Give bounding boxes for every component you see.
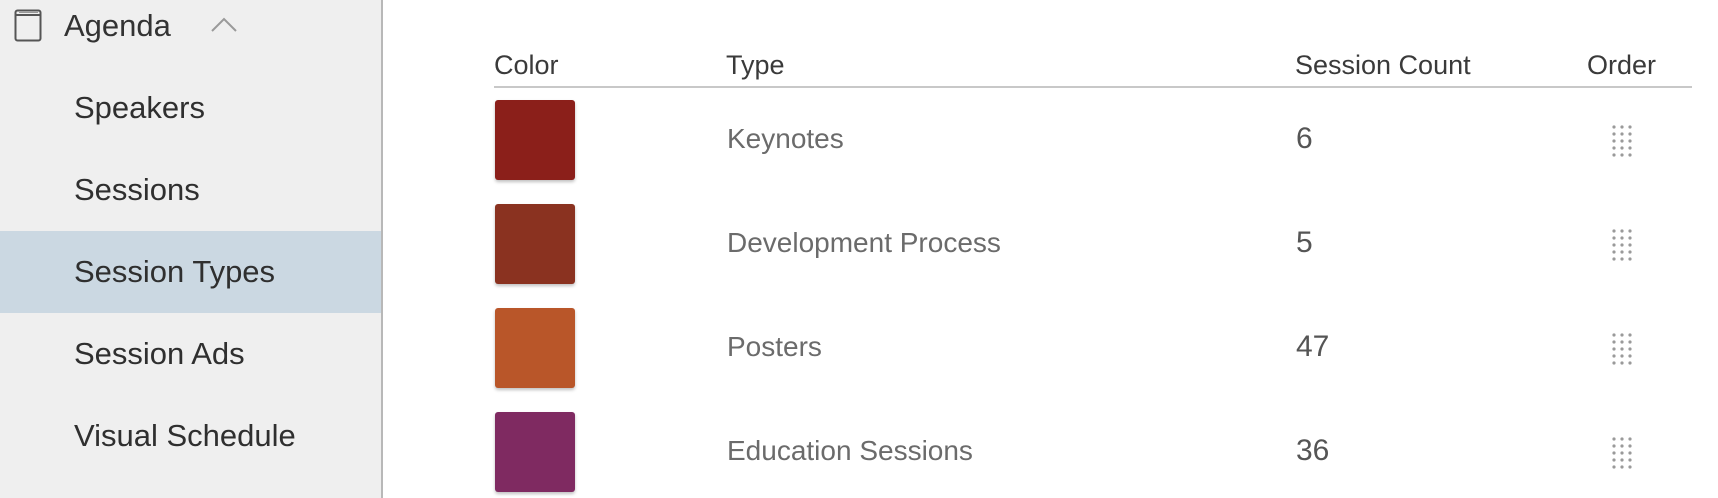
sidebar-item-session-types[interactable]: Session Types	[0, 231, 381, 313]
color-swatch[interactable]	[495, 412, 575, 492]
sidebar-item-visual-schedule[interactable]: Visual Schedule	[0, 395, 381, 477]
column-header-session-count[interactable]: Session Count	[1295, 49, 1471, 81]
column-header-type[interactable]: Type	[726, 49, 785, 81]
chevron-up-icon[interactable]	[210, 15, 238, 33]
session-count: 36	[1296, 434, 1330, 467]
session-type-name: Development Process	[727, 227, 1001, 258]
session-count: 47	[1296, 330, 1330, 363]
sidebar-item-label: Sessions	[74, 172, 200, 207]
session-type-name: Education Sessions	[727, 435, 973, 466]
session-count: 5	[1296, 226, 1313, 259]
sidebar-item-label: Speakers	[74, 90, 205, 125]
sidebar-item-session-ads[interactable]: Session Ads	[0, 313, 381, 395]
table-row[interactable]: Education Sessions 36	[494, 402, 1692, 498]
sidebar-item-label: Session Ads	[74, 336, 245, 371]
sidebar-item-sessions[interactable]: Sessions	[0, 149, 381, 231]
column-header-order[interactable]: Order	[1587, 49, 1656, 81]
table-row[interactable]: Development Process 5	[494, 194, 1692, 298]
color-swatch[interactable]	[495, 308, 575, 388]
table-row[interactable]: Posters 47	[494, 298, 1692, 402]
drag-handle-icon[interactable]	[1610, 332, 1634, 366]
drag-handle-icon[interactable]	[1610, 124, 1634, 158]
color-swatch[interactable]	[495, 204, 575, 284]
column-header-color[interactable]: Color	[494, 49, 559, 81]
session-type-name: Keynotes	[727, 123, 844, 154]
sidebar-section-title: Agenda	[64, 8, 171, 43]
sidebar: Agenda Speakers Sessions Session Types S…	[0, 0, 383, 498]
session-count: 6	[1296, 122, 1313, 155]
table-header: Color Type Session Count Order	[494, 46, 1692, 88]
table-row[interactable]: Keynotes 6	[494, 90, 1692, 194]
sidebar-section-header[interactable]: Agenda	[0, 0, 381, 50]
sidebar-item-label: Visual Schedule	[74, 418, 296, 453]
color-swatch[interactable]	[495, 100, 575, 180]
drag-handle-icon[interactable]	[1610, 228, 1634, 262]
drag-handle-icon[interactable]	[1610, 436, 1634, 470]
book-icon	[14, 9, 42, 42]
sidebar-item-speakers[interactable]: Speakers	[0, 67, 381, 149]
session-type-name: Posters	[727, 331, 822, 362]
sidebar-item-label: Session Types	[74, 254, 276, 289]
